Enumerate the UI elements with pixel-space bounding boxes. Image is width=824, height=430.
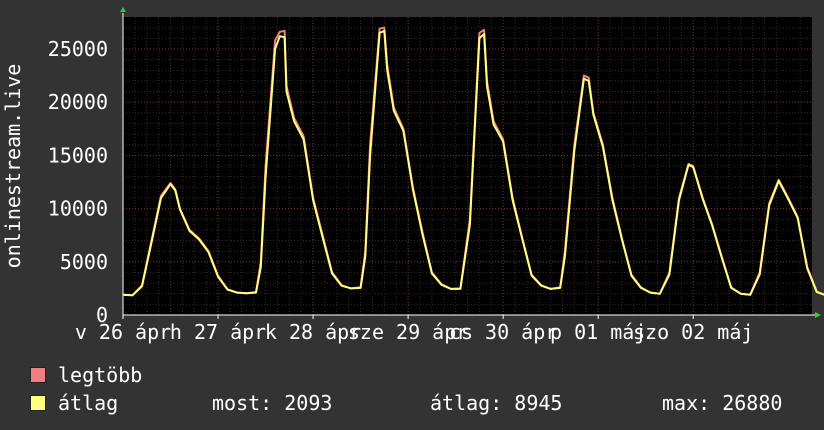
y-tick-label: 10000 xyxy=(48,197,108,221)
legend-item-atlag: átlag xyxy=(30,391,118,415)
legend-swatch-legtobb xyxy=(30,367,46,383)
y-tick-label: 5000 xyxy=(60,250,108,274)
x-tick-label: v 26 ápr xyxy=(75,320,171,344)
x-tick-label: cs 30 ápr xyxy=(449,320,557,344)
x-tick-label: k 28 ápr xyxy=(265,320,361,344)
y-tick-label: 20000 xyxy=(48,90,108,114)
stat-now: most: 2093 xyxy=(212,391,333,415)
line-chart: 0500010000150002000025000v 26 áprh 27 áp… xyxy=(1,7,824,344)
x-tick-label: p 01 máj xyxy=(550,320,646,344)
stat-max: max: 26880 xyxy=(662,391,783,415)
legend-item-legtobb: legtöbb xyxy=(30,363,142,387)
legend-swatch-atlag xyxy=(30,395,46,411)
y-axis-label: onlinestream.live xyxy=(1,64,25,269)
y-tick-label: 15000 xyxy=(48,143,108,167)
x-tick-label: szo 02 máj xyxy=(633,320,753,344)
x-axis-arrow xyxy=(815,312,821,318)
x-tick-label: h 27 ápr xyxy=(170,320,266,344)
y-axis-arrow xyxy=(120,7,126,12)
legend-label-atlag: átlag xyxy=(58,391,119,415)
stat-average: átlag: 8945 xyxy=(430,391,563,415)
y-tick-label: 25000 xyxy=(48,37,108,61)
legend-label-legtobb: legtöbb xyxy=(58,363,143,387)
